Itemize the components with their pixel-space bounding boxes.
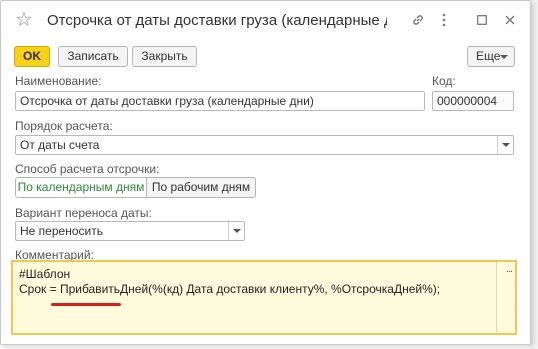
window-title: Отсрочка от даты доставки груза (календа… bbox=[47, 12, 387, 29]
save-button[interactable]: Записать bbox=[58, 46, 128, 67]
comment-scrollbar[interactable]: ... bbox=[496, 262, 515, 333]
link-icon[interactable] bbox=[407, 9, 429, 31]
ok-button[interactable]: OK bbox=[14, 46, 50, 67]
chevron-down-icon bbox=[500, 55, 508, 59]
more-menu-label: Еще bbox=[476, 49, 501, 63]
favorite-star-icon[interactable]: ☆ bbox=[15, 10, 33, 30]
name-input[interactable]: Отсрочка от даты доставки груза (календа… bbox=[15, 91, 425, 111]
close-button[interactable]: Закрыть bbox=[132, 46, 197, 67]
more-menu-button[interactable]: Еще bbox=[467, 46, 515, 67]
comment-more-button[interactable]: ... bbox=[506, 263, 513, 275]
chevron-down-icon bbox=[232, 229, 241, 233]
maximize-icon[interactable] bbox=[471, 9, 493, 31]
calc-order-value: От даты счета bbox=[20, 138, 100, 152]
comment-line-1: #Шаблон bbox=[19, 267, 71, 281]
more-vertical-icon[interactable] bbox=[433, 9, 455, 31]
chevron-down-icon bbox=[501, 143, 510, 147]
close-icon[interactable] bbox=[499, 9, 521, 31]
background-strip bbox=[530, 0, 538, 349]
comment-line-2: Срок = ПрибавитьДней(%(кд) Дата доставки… bbox=[19, 282, 441, 296]
calc-order-dropdown-button[interactable] bbox=[497, 136, 513, 154]
code-input[interactable]: 000000004 bbox=[432, 91, 514, 111]
date-transfer-label: Вариант переноса даты: bbox=[15, 206, 152, 220]
date-transfer-select[interactable]: Не переносить bbox=[15, 221, 245, 241]
calc-order-select[interactable]: От даты счета bbox=[15, 135, 514, 155]
comment-textarea[interactable]: #Шаблон Срок = ПрибавитьДней(%(кд) Дата … bbox=[11, 260, 517, 335]
date-transfer-dropdown-button[interactable] bbox=[228, 222, 244, 240]
delay-method-working-days[interactable]: По рабочим дням bbox=[146, 177, 256, 198]
code-label: Код: bbox=[432, 74, 456, 88]
name-label: Наименование: bbox=[15, 74, 102, 88]
calc-order-label: Порядок расчета: bbox=[15, 119, 113, 133]
dialog-window: ☆ Отсрочка от даты доставки груза (кален… bbox=[0, 0, 531, 345]
date-transfer-value: Не переносить bbox=[20, 224, 103, 238]
highlight-underline bbox=[51, 303, 121, 306]
delay-method-calendar-days[interactable]: По календарным дням bbox=[15, 177, 147, 198]
delay-method-label: Способ расчета отсрочки: bbox=[15, 162, 160, 176]
comment-text: #Шаблон Срок = ПрибавитьДней(%(кд) Дата … bbox=[19, 267, 495, 297]
